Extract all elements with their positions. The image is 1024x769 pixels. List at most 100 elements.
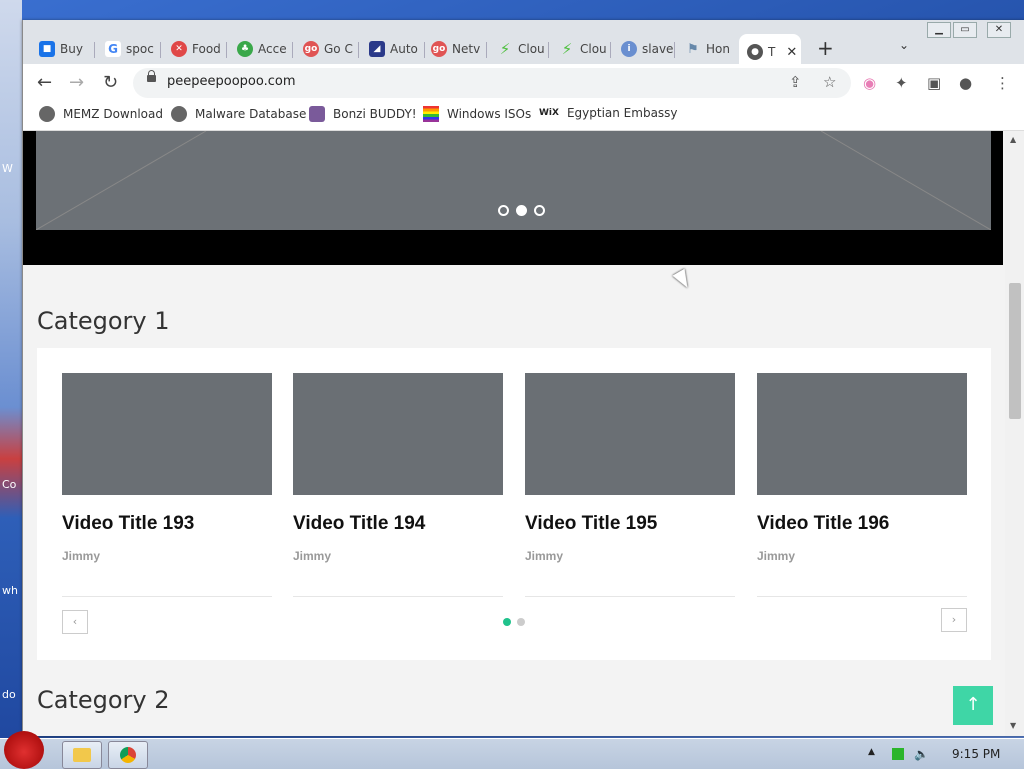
bonzi-icon [309, 106, 325, 122]
extension-flag-icon[interactable]: ◉ [863, 74, 876, 92]
tab-9[interactable]: ⚡ Clou [551, 34, 611, 64]
video-thumbnail[interactable] [757, 373, 967, 495]
store-icon: ■ [39, 41, 55, 57]
tab-strip: ▁ ▭ ✕ ■ Buy Gspoc ✕ Food ♣ Acce go Go C ◢ Aut… [23, 20, 1024, 70]
tab-4[interactable]: ♣ Acce [229, 34, 293, 64]
go-icon: go [431, 41, 447, 57]
video-title[interactable]: Video Title 194 [293, 513, 503, 535]
tab-label: Buy [60, 42, 83, 56]
tab-3[interactable]: ✕ Food [163, 34, 227, 64]
video-card[interactable]: Video Title 196 Jimmy [757, 373, 967, 597]
video-thumbnail[interactable] [62, 373, 272, 495]
maximize-button[interactable]: ▭ [953, 22, 977, 38]
tab-5[interactable]: go Go C [295, 34, 359, 64]
video-author: Jimmy [757, 549, 796, 563]
video-card[interactable]: Video Title 195 Jimmy [525, 373, 735, 597]
scroll-down-icon[interactable]: ▼ [1010, 721, 1016, 730]
web-page: Category 1 Video Title 193 Jimmy Video T… [23, 131, 1005, 736]
lock-icon [147, 70, 156, 82]
video-card[interactable]: Video Title 193 Jimmy [62, 373, 272, 597]
tab-7[interactable]: go Netv [423, 34, 487, 64]
minimize-button[interactable]: ▁ [927, 22, 951, 38]
video-author: Jimmy [525, 549, 564, 563]
carousel-prev-button[interactable]: ‹ [62, 610, 88, 634]
globe-icon [171, 106, 187, 122]
flag-icon: ⚑ [687, 41, 699, 57]
tab-1[interactable]: ■ Buy [31, 34, 95, 64]
carousel-dot-active[interactable] [503, 618, 511, 626]
carousel-dot[interactable] [517, 618, 525, 626]
side-panel-icon[interactable]: ▣ [927, 74, 941, 92]
divider [293, 596, 503, 597]
chrome-icon [120, 747, 136, 763]
category-1-carousel: Video Title 193 Jimmy Video Title 194 Ji… [37, 348, 991, 660]
bookmarks-bar: MEMZ Download Malware Database Bonzi BUD… [23, 100, 1024, 131]
tab-label: slave [642, 42, 674, 56]
extensions-puzzle-icon[interactable]: ✦ [895, 74, 908, 92]
hero-dot[interactable] [498, 205, 509, 216]
address-bar[interactable]: peepeepoopoo.com ⇪ ☆ [133, 68, 851, 98]
carousel-next-button[interactable]: › [941, 608, 967, 632]
taskbar-chrome-button[interactable] [108, 741, 148, 769]
video-thumbnail[interactable] [525, 373, 735, 495]
hero-slider [23, 131, 1003, 265]
profile-icon[interactable]: ● [959, 74, 972, 92]
menu-dots-icon[interactable]: ⋮ [995, 74, 1010, 92]
video-card[interactable]: Video Title 194 Jimmy [293, 373, 503, 597]
tab-2[interactable]: Gspoc [97, 34, 161, 64]
category-2-title: Category 2 [37, 686, 170, 714]
close-window-button[interactable]: ✕ [987, 22, 1011, 38]
clover-icon: ♣ [237, 41, 253, 57]
divider [757, 596, 967, 597]
video-title[interactable]: Video Title 195 [525, 513, 735, 535]
page-scrollbar[interactable]: ▲ ▼ [1005, 131, 1024, 736]
folder-icon [73, 748, 91, 762]
google-icon: G [105, 41, 121, 57]
close-x-icon: ✕ [171, 41, 187, 57]
bookmark-label: Bonzi BUDDY! [333, 107, 417, 121]
reload-icon[interactable]: ↻ [103, 72, 118, 93]
tab-6[interactable]: ◢ Auto [361, 34, 425, 64]
taskbar-explorer-button[interactable] [62, 741, 102, 769]
hero-dot-active[interactable] [516, 205, 527, 216]
hero-dots [498, 205, 545, 216]
scrollbar-thumb[interactable] [1009, 283, 1021, 419]
tab-search-button[interactable]: ⌄ [899, 38, 909, 52]
share-icon[interactable]: ⇪ [789, 73, 802, 91]
rainbow-flag-icon [423, 106, 439, 122]
tray-expand-icon[interactable]: ▲ [868, 747, 875, 757]
network-icon[interactable] [892, 748, 904, 760]
bolt-icon: ⚡ [499, 40, 511, 58]
bookmark-windows-isos[interactable]: Windows ISOs [423, 106, 531, 122]
tab-8[interactable]: ⚡ Clou [489, 34, 549, 64]
video-title[interactable]: Video Title 193 [62, 513, 272, 535]
clock[interactable]: 9:15 PM [952, 747, 1000, 761]
close-tab-icon[interactable]: ✕ [786, 45, 797, 60]
tab-label: Clou [580, 42, 607, 56]
bookmark-star-icon[interactable]: ☆ [823, 73, 836, 91]
tab-label: Acce [258, 42, 287, 56]
video-title[interactable]: Video Title 196 [757, 513, 967, 535]
hero-dot[interactable] [534, 205, 545, 216]
video-author: Jimmy [62, 549, 101, 563]
video-author: Jimmy [293, 549, 332, 563]
bookmark-egyptian-embassy[interactable]: WiX Egyptian Embassy [539, 106, 678, 120]
bolt-icon: ⚡ [561, 40, 573, 58]
bookmark-bonzi[interactable]: Bonzi BUDDY! [309, 106, 417, 122]
toolbar: ← → ↻ peepeepoopoo.com ⇪ ☆ ◉ ✦ ▣ ● ⋮ [23, 64, 1024, 100]
bookmark-label: MEMZ Download [63, 107, 163, 121]
tab-11[interactable]: ⚑ Hon [677, 34, 737, 64]
new-tab-button[interactable]: + [817, 36, 834, 60]
start-button-angry-bird-icon[interactable] [4, 731, 44, 769]
video-thumbnail[interactable] [293, 373, 503, 495]
carousel-dots [503, 618, 525, 626]
scroll-up-icon[interactable]: ▲ [1010, 135, 1016, 144]
back-to-top-button[interactable]: ↑ [953, 686, 993, 725]
volume-icon[interactable]: 🔈 [914, 747, 929, 761]
forward-icon[interactable]: → [69, 72, 84, 93]
bookmark-malware[interactable]: Malware Database [171, 106, 306, 122]
back-icon[interactable]: ← [37, 72, 52, 93]
tab-10[interactable]: i slave [613, 34, 675, 64]
go-icon: go [303, 41, 319, 57]
bookmark-memz[interactable]: MEMZ Download [39, 106, 163, 122]
